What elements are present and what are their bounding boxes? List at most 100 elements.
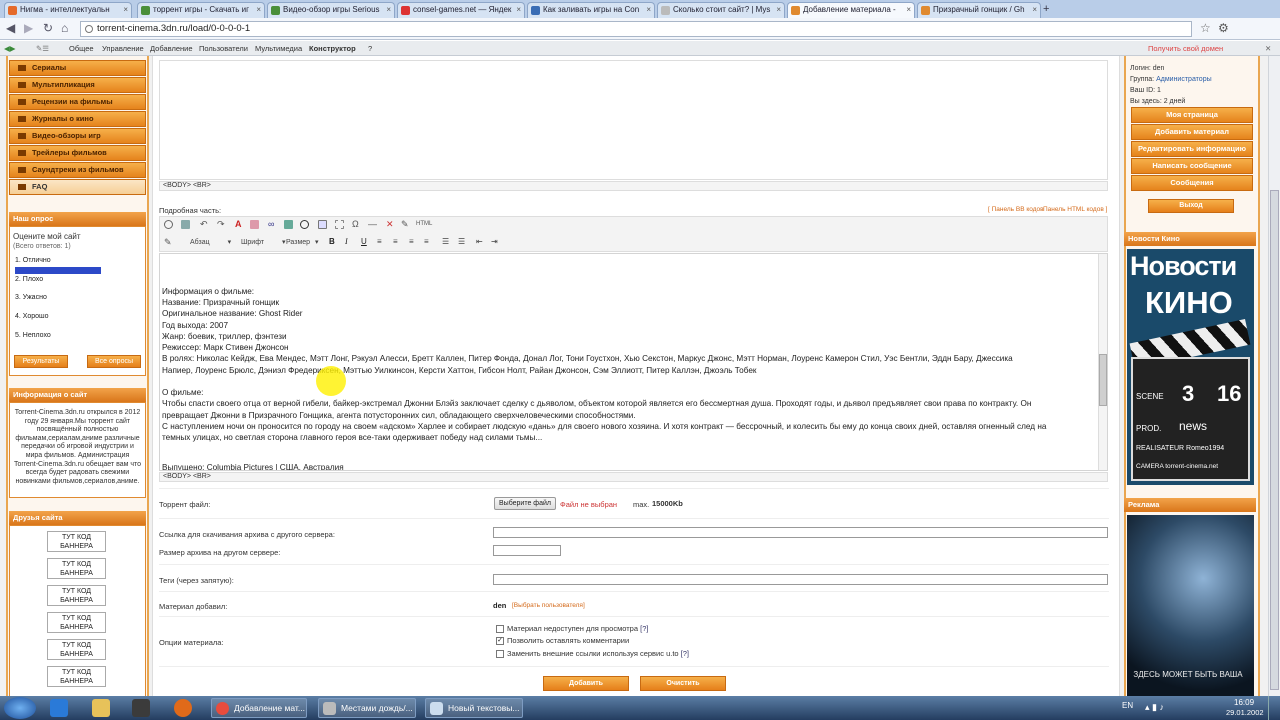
numbered-list-icon[interactable]: ☰ [442,238,451,247]
show-desktop-button[interactable] [1268,696,1280,720]
archive-link-input[interactable] [493,527,1108,538]
detail-editor[interactable]: Информация о фильме: Название: Призрачны… [159,253,1108,471]
tab-nigma[interactable]: Нигма - интеллектуальн × [4,2,132,18]
close-icon[interactable]: × [646,3,651,17]
taskbar-notepad[interactable]: Новый текстовы... [425,698,523,718]
bb-panel-link[interactable]: [ Панель BB кодов [988,206,1044,213]
admin-menu-multimedia[interactable]: Мультимедиа [255,44,302,53]
search-icon[interactable] [164,220,173,229]
address-input[interactable]: torrent-cinema.3dn.ru/load/0-0-0-0-1 [80,21,1192,37]
tab-how-to-upload[interactable]: Как заливать игры на Con × [527,2,655,18]
tab-yandex[interactable]: consel-games.net — Яндек × [397,2,525,18]
friend-banner[interactable]: ТУТ КОД БАННЕРА [47,558,106,579]
align-left-icon[interactable]: ≡ [377,238,386,247]
no-link-icon[interactable] [300,220,309,229]
write-message-button[interactable]: Написать сообщение [1131,158,1253,174]
explorer-icon[interactable] [92,699,110,717]
page-scroll-thumb[interactable] [1270,190,1279,690]
taskbar-chrome[interactable]: Добавление мат... [211,698,307,718]
align-right-icon[interactable]: ≡ [409,238,418,247]
close-icon[interactable]: × [256,3,261,17]
get-domain-link[interactable]: Получить свой домен [1148,44,1223,53]
horizontal-rule-icon[interactable]: — [368,220,377,229]
reset-button[interactable]: Очистить [640,676,726,691]
choose-user-link[interactable]: [Выбрать пользователя] [512,602,585,609]
start-button[interactable] [4,697,36,719]
friend-banner[interactable]: ТУТ КОД БАННЕРА [47,666,106,687]
close-icon[interactable]: × [776,3,781,17]
menu-faq[interactable]: FAQ [9,179,146,195]
tab-ghost-rider[interactable]: Призрачный гонщик / Gh × [917,2,1041,18]
bold-icon[interactable]: B [329,238,338,247]
tags-input[interactable] [493,574,1108,585]
back-icon[interactable]: ◀ [6,21,15,35]
firefox-icon[interactable] [174,699,192,717]
taskbar-weather[interactable]: Местами дождь/... [318,698,416,718]
bullet-list-icon[interactable]: ☰ [458,238,467,247]
html-source-icon[interactable]: HTML [416,220,432,229]
frame-icon[interactable] [335,220,344,229]
reload-icon[interactable]: ↻ [43,21,53,35]
underline-icon[interactable]: U [361,238,370,247]
menu-animation[interactable]: Мультипликация [9,77,146,93]
new-tab-button[interactable]: + [1043,4,1049,15]
all-polls-button[interactable]: Все опросы [87,355,141,368]
archive-size-input[interactable] [493,545,561,556]
text-color-icon[interactable]: A [235,220,244,229]
font-select[interactable]: Шрифт ▾ [241,238,286,246]
admin-menu-manage[interactable]: Управление [102,44,144,53]
close-icon[interactable]: × [1032,3,1037,17]
close-icon[interactable]: × [386,3,391,17]
my-page-button[interactable]: Моя страница [1131,107,1253,123]
media-player-icon[interactable] [132,699,150,717]
messages-button[interactable]: Сообщения [1131,175,1253,191]
admin-back-icon[interactable]: ◀▶ [4,44,16,53]
menu-soundtracks[interactable]: Саундтреки из фильмов [9,162,146,178]
menu-trailers[interactable]: Трейлеры фильмов [9,145,146,161]
menu-magazines[interactable]: Журналы о кино [9,111,146,127]
menu-reviews[interactable]: Рецензии на фильмы [9,94,146,110]
menu-game-reviews[interactable]: Видео-обзоры игр [9,128,146,144]
redo-icon[interactable]: ↷ [217,220,226,229]
admin-tools-icon[interactable]: ✎☰ [36,44,49,53]
remove-format-icon[interactable]: ✕ [386,220,395,229]
comments-checkbox[interactable]: ✓ [496,637,504,645]
undo-icon[interactable]: ↶ [200,220,209,229]
close-icon[interactable]: ✕ [1265,44,1271,53]
bookmark-star-icon[interactable]: ☆ [1200,21,1211,35]
editor-scroll-thumb[interactable] [1099,354,1107,406]
friend-banner[interactable]: ТУТ КОД БАННЕРА [47,639,106,660]
edit-info-button[interactable]: Редактировать информацию [1131,141,1253,157]
tray-icons[interactable]: ▴ ▮ ♪ [1145,702,1164,713]
ie-icon[interactable] [50,699,68,717]
link-icon[interactable]: ∞ [268,220,277,229]
tab-torrent-games[interactable]: торрент игры - Скачать иг × [137,2,265,18]
home-icon[interactable]: ⌂ [61,21,68,35]
ad-banner[interactable]: ЗДЕСЬ МОЖЕТ БЫТЬ ВАША [1127,515,1254,696]
forward-icon[interactable]: ▶ [24,21,33,35]
add-material-button[interactable]: Добавить материал [1131,124,1253,140]
cinema-news-banner[interactable]: Новости КИНО SCENE 3 16 PROD. news REALI… [1127,249,1254,485]
choose-file-button[interactable]: Выберите файл [494,497,556,510]
background-color-icon[interactable] [250,220,259,229]
friend-banner[interactable]: ТУТ КОД БАННЕРА [47,585,106,606]
admin-menu-general[interactable]: Общее [69,44,94,53]
friend-banner[interactable]: ТУТ КОД БАННЕРА [47,531,106,552]
admin-menu-constructor[interactable]: Конструктор [309,44,356,53]
italic-icon[interactable]: I [345,238,354,247]
indent-icon[interactable]: ⇥ [491,238,500,247]
tab-site-cost[interactable]: Сколько стоит сайт? | Mys × [657,2,785,18]
tab-add-material[interactable]: Добавление материала - × [787,2,915,18]
menu-series[interactable]: Сериалы [9,60,146,76]
admin-menu-users[interactable]: Пользователи [199,44,248,53]
poll-results-button[interactable]: Результаты [14,355,68,368]
align-center-icon[interactable]: ≡ [393,238,402,247]
outdent-icon[interactable]: ⇤ [476,238,485,247]
friend-banner[interactable]: ТУТ КОД БАННЕРА [47,612,106,633]
close-icon[interactable]: × [516,3,521,17]
submit-button[interactable]: Добавить [543,676,629,691]
short-description-editor[interactable] [159,60,1108,180]
language-indicator[interactable]: EN [1122,701,1133,710]
justify-icon[interactable]: ≡ [424,238,433,247]
admin-menu-add[interactable]: Добавление [150,44,193,53]
